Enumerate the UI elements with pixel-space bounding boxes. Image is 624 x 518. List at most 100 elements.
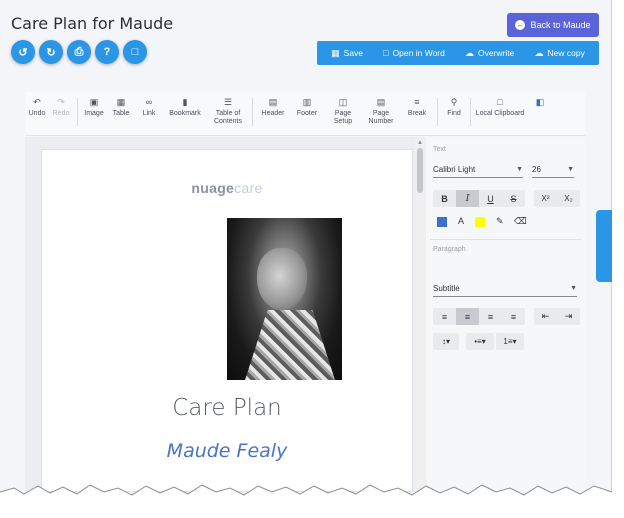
align-left-icon[interactable]: ≡ (433, 308, 456, 325)
document-title: Care Plan (172, 395, 282, 421)
toolbar-image[interactable]: ▣ Image (82, 98, 106, 118)
page-number-icon: ▤ (376, 97, 386, 107)
nuagecare-logo: nuagecare (42, 180, 412, 196)
redo-icon[interactable]: ↻ (39, 40, 63, 64)
overwrite-button[interactable]: ☁ Overwrite (465, 48, 514, 59)
paragraph-section-label: Paragraph (433, 246, 466, 253)
italic-button[interactable]: I (456, 190, 479, 207)
toolbar-break-label: Break (407, 110, 427, 117)
document-scrollbar[interactable]: ▲ (415, 140, 425, 492)
bullet-list-dropdown[interactable]: •≡▾ (466, 333, 494, 350)
app-frame: Care Plan for Maude ← Back to Maude ↺ ↻ … (0, 0, 612, 492)
chevron-down-icon: ▼ (567, 166, 574, 173)
back-button-label: Back to Maude (530, 20, 591, 30)
toolbar-footer[interactable]: ▥ Footer (289, 98, 325, 118)
toolbar-redo-label: Redo (52, 110, 70, 117)
overwrite-label: Overwrite (478, 48, 515, 58)
link-icon: ∞ (145, 97, 153, 107)
toolbar-page-setup-label: Page Setup (333, 110, 353, 125)
document-icon: □ (383, 48, 389, 58)
toolbar-break[interactable]: ≡ Break (401, 98, 433, 118)
save-button[interactable]: ▦ Save (331, 48, 363, 59)
open-in-word-label: Open in Word (392, 48, 445, 58)
toolbar-divider (77, 98, 78, 126)
toolbar-undo-label: Undo (28, 110, 46, 117)
scroll-up-icon[interactable]: ▲ (417, 140, 423, 146)
paragraph-style-value: Subtitle (433, 284, 460, 293)
text-style-group: B I U S (433, 190, 525, 207)
undo-icon: ↶ (33, 97, 41, 107)
indent-group: ⇤ ⇥ (534, 308, 580, 325)
line-spacing-dropdown[interactable]: ↕▾ (433, 333, 459, 350)
save-icon: ▦ (331, 47, 340, 58)
toolbar-find[interactable]: ⚲ Find (442, 98, 466, 118)
toolbar-bookmark[interactable]: ▮ Bookmark (162, 98, 208, 118)
script-group: X² X₂ (534, 190, 580, 207)
toolbar-link-label: Link (142, 110, 156, 117)
toolbar-local-clipboard[interactable]: □ Local Clipboard (475, 98, 525, 118)
font-color-swatch[interactable] (437, 217, 447, 227)
portrait-scarf (245, 310, 335, 380)
underline-button[interactable]: U (479, 190, 502, 207)
toolbar-redo[interactable]: ↷ Redo (49, 98, 73, 118)
quick-actions: ↺ ↻ ⎙ ? □ (11, 40, 147, 64)
toolbar-link[interactable]: ∞ Link (136, 98, 162, 118)
numbered-list-dropdown[interactable]: 1≡▾ (496, 333, 524, 350)
toolbar-bookmark-label: Bookmark (169, 110, 201, 117)
subscript-button[interactable]: X₂ (557, 190, 580, 207)
text-section-label: Text (433, 146, 446, 153)
portrait-photo (227, 218, 342, 380)
font-color-icon[interactable]: A (458, 216, 464, 226)
highlight-pen-icon[interactable]: ✎ (496, 216, 504, 227)
toolbar-page-number[interactable]: ▤ Page Number (361, 98, 401, 126)
toolbar-toc-label: Table of Contents (213, 110, 243, 125)
paragraph-style-select[interactable]: Subtitle ▼ (433, 284, 577, 297)
cloud-upload-icon: ☁ (465, 47, 475, 58)
clear-format-icon[interactable]: ⌫ (514, 216, 527, 227)
help-icon[interactable]: ? (95, 40, 119, 64)
toolbar-toc[interactable]: ☰ Table of Contents (208, 98, 248, 126)
bold-button[interactable]: B (433, 190, 456, 207)
side-panel-tab[interactable] (596, 210, 612, 282)
toolbar-image-label: Image (84, 110, 104, 117)
align-center-icon[interactable]: ≡ (456, 308, 479, 325)
new-copy-label: New copy (547, 48, 585, 58)
align-right-icon[interactable]: ≡ (479, 308, 502, 325)
editor-toolbar: ↶ Undo ↷ Redo ▣ Image ▦ Table ∞ Link ▮ Bookmar… (25, 92, 585, 136)
toolbar-header[interactable]: ▤ Header (257, 98, 289, 118)
document-subtitle: Maude Fealy (166, 440, 288, 462)
page-setup-icon: ◫ (338, 97, 348, 107)
back-button[interactable]: ← Back to Maude (507, 13, 599, 37)
panel-toggle-icon: ◧ (535, 97, 545, 107)
page-break-icon: ≡ (414, 97, 420, 107)
undo-icon[interactable]: ↺ (11, 40, 35, 64)
properties-pane: Text Calibri Light ▼ 26 ▼ B I U S X² X₂ A … (426, 137, 585, 492)
open-in-word-button[interactable]: □ Open in Word (383, 48, 445, 58)
toolbar-page-setup[interactable]: ◫ Page Setup (325, 98, 361, 126)
new-copy-button[interactable]: ☁ New copy (535, 48, 585, 59)
clipboard-icon[interactable]: □ (123, 40, 147, 64)
document-page[interactable]: nuagecare Care Plan Maude Fealy (41, 149, 413, 492)
align-justify-icon[interactable]: ≡ (502, 308, 525, 325)
toolbar-header-label: Header (261, 110, 285, 117)
document-canvas[interactable]: nuagecare Care Plan Maude Fealy (25, 137, 426, 492)
scrollbar-thumb[interactable] (417, 148, 423, 193)
chevron-down-icon: ▼ (516, 166, 523, 173)
toolbar-local-clipboard-label: Local Clipboard (475, 110, 525, 117)
font-size-value: 26 (532, 165, 541, 174)
toolbar-undo[interactable]: ↶ Undo (25, 98, 49, 118)
table-icon: ▦ (116, 97, 126, 107)
footer-icon: ▥ (302, 97, 312, 107)
toolbar-table-label: Table (112, 110, 130, 117)
increase-indent-icon[interactable]: ⇥ (557, 308, 580, 325)
toolbar-table[interactable]: ▦ Table (106, 98, 136, 118)
toolbar-page-number-label: Page Number (368, 110, 394, 125)
toggle-properties-pane[interactable]: ◧ (525, 98, 555, 110)
print-icon[interactable]: ⎙ (67, 40, 91, 64)
strikethrough-button[interactable]: S (502, 190, 525, 207)
font-family-select[interactable]: Calibri Light ▼ (433, 165, 523, 178)
decrease-indent-icon[interactable]: ⇤ (534, 308, 557, 325)
font-size-select[interactable]: 26 ▼ (532, 165, 574, 178)
highlight-color-swatch[interactable] (475, 217, 485, 227)
superscript-button[interactable]: X² (534, 190, 557, 207)
